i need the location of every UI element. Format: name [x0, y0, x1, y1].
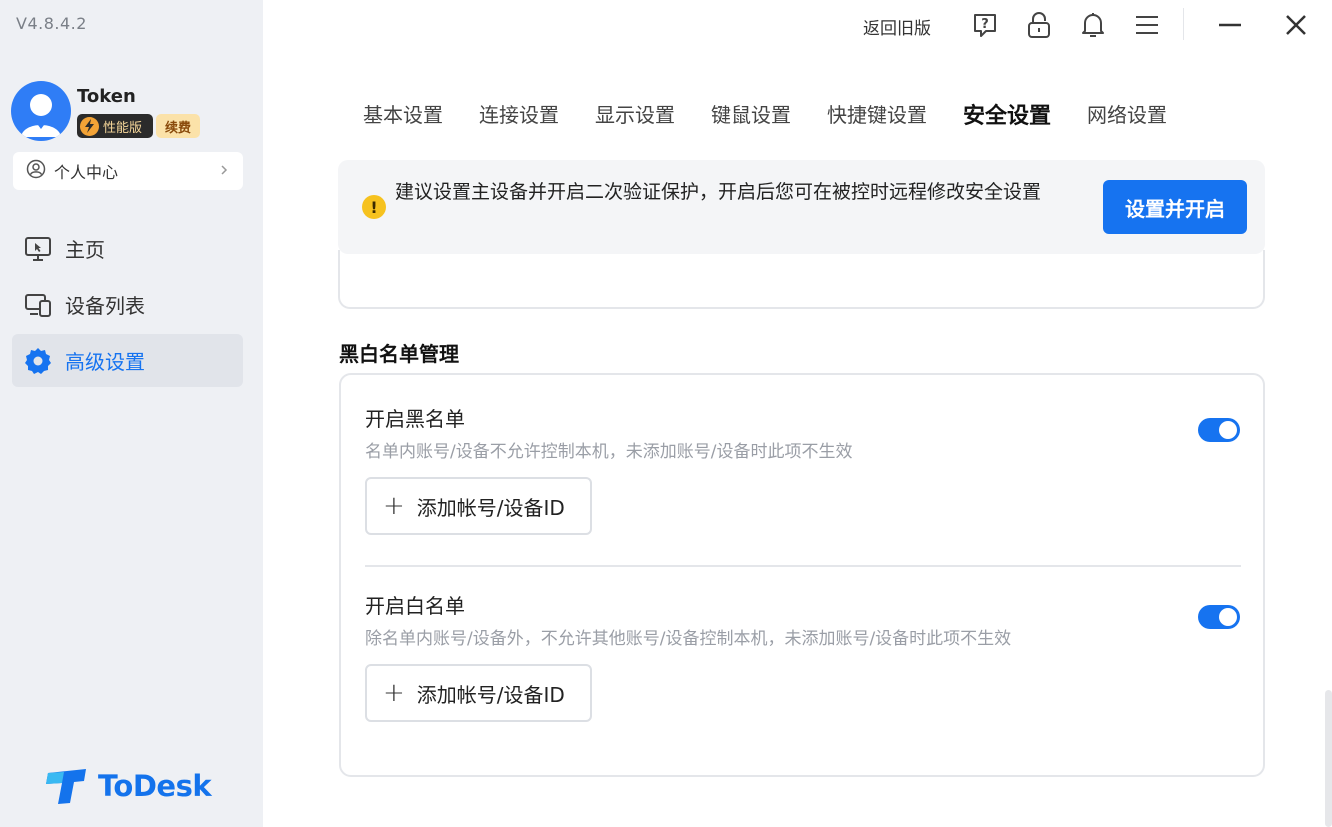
topbar-separator — [1183, 8, 1184, 40]
section-title: 黑白名单管理 — [339, 342, 459, 366]
gear-icon — [24, 347, 52, 375]
sidebar-item-label: 设备列表 — [65, 294, 145, 318]
app-version: V4.8.4.2 — [16, 14, 87, 33]
blackwhite-list-card: 开启黑名单 名单内账号/设备不允许控制本机，未添加账号/设备时此项不生效 + 添… — [339, 373, 1265, 777]
personal-center-label: 个人中心 — [54, 163, 119, 182]
menu-icon[interactable] — [1132, 10, 1162, 40]
svg-text:?: ? — [981, 17, 989, 32]
tab-network-settings[interactable]: 网络设置 — [1087, 99, 1167, 130]
whitelist-description: 除名单内账号/设备外，不允许其他账号/设备控制本机，未添加账号/设备时此项不生效 — [365, 629, 1012, 649]
add-blacklist-button[interactable]: + 添加帐号/设备ID — [365, 477, 592, 535]
sidebar-item-home[interactable]: 主页 — [12, 222, 243, 275]
monitor-icon — [24, 235, 52, 263]
sidebar-item-label: 高级设置 — [65, 350, 145, 374]
back-to-old-version-link[interactable]: 返回旧版 — [863, 14, 931, 39]
plus-icon: + — [383, 491, 405, 521]
add-button-label: 添加帐号/设备ID — [416, 682, 565, 707]
avatar[interactable] — [11, 81, 71, 141]
tab-connection-settings[interactable]: 连接设置 — [479, 99, 559, 130]
notice-text: 建议设置主设备并开启二次验证保护，开启后您可在被控时远程修改安全设置 — [395, 181, 1042, 203]
bell-icon[interactable] — [1078, 10, 1108, 40]
security-notice: ! 建议设置主设备并开启二次验证保护，开启后您可在被控时远程修改安全设置 设置并… — [338, 160, 1265, 254]
blacklist-description: 名单内账号/设备不允许控制本机，未添加账号/设备时此项不生效 — [365, 442, 853, 462]
user-avatar-icon — [21, 94, 61, 137]
close-icon[interactable] — [1281, 10, 1311, 40]
logo-text: ToDesk — [98, 769, 212, 803]
blacklist-title: 开启黑名单 — [365, 407, 465, 431]
lock-icon[interactable] — [1024, 10, 1054, 40]
whitelist-toggle[interactable] — [1198, 605, 1240, 629]
settings-tabs: 基本设置 连接设置 显示设置 键鼠设置 快捷键设置 安全设置 网络设置 — [363, 99, 1203, 130]
tab-security-settings[interactable]: 安全设置 — [963, 98, 1051, 130]
help-icon[interactable]: ? — [970, 10, 1000, 40]
username: Token — [77, 86, 136, 107]
devices-icon — [24, 291, 52, 319]
divider — [365, 565, 1241, 567]
add-button-label: 添加帐号/设备ID — [416, 495, 565, 520]
todesk-logo: ToDesk — [44, 767, 212, 805]
tier-label: 性能版 — [103, 120, 143, 136]
previous-settings-card — [338, 250, 1265, 309]
scrollbar[interactable] — [1325, 690, 1332, 827]
sidebar-item-devices[interactable]: 设备列表 — [12, 278, 243, 331]
sidebar-item-advanced-settings[interactable]: 高级设置 — [12, 334, 243, 387]
todesk-logo-icon — [46, 769, 86, 804]
tab-display-settings[interactable]: 显示设置 — [595, 99, 675, 130]
user-circle-icon — [26, 159, 46, 183]
tab-basic-settings[interactable]: 基本设置 — [363, 99, 443, 130]
tab-keyboard-mouse-settings[interactable]: 键鼠设置 — [711, 99, 791, 130]
sidebar: V4.8.4.2 Token 性能版 续费 个人中心 主页 设备列表 高级设置 … — [0, 0, 263, 827]
tab-shortcut-settings[interactable]: 快捷键设置 — [827, 99, 927, 130]
warning-icon: ! — [362, 195, 386, 219]
whitelist-title: 开启白名单 — [365, 594, 465, 618]
setup-and-enable-button[interactable]: 设置并开启 — [1103, 180, 1247, 234]
sidebar-item-label: 主页 — [65, 238, 105, 262]
add-whitelist-button[interactable]: + 添加帐号/设备ID — [365, 664, 592, 722]
minimize-icon[interactable] — [1215, 10, 1245, 40]
renew-button[interactable]: 续费 — [156, 114, 200, 138]
tier-badge: 性能版 — [77, 114, 153, 138]
plus-icon: + — [383, 678, 405, 708]
personal-center-button[interactable]: 个人中心 — [13, 152, 243, 190]
blacklist-toggle[interactable] — [1198, 418, 1240, 442]
lightning-icon — [80, 116, 99, 136]
chevron-right-icon — [219, 162, 229, 182]
